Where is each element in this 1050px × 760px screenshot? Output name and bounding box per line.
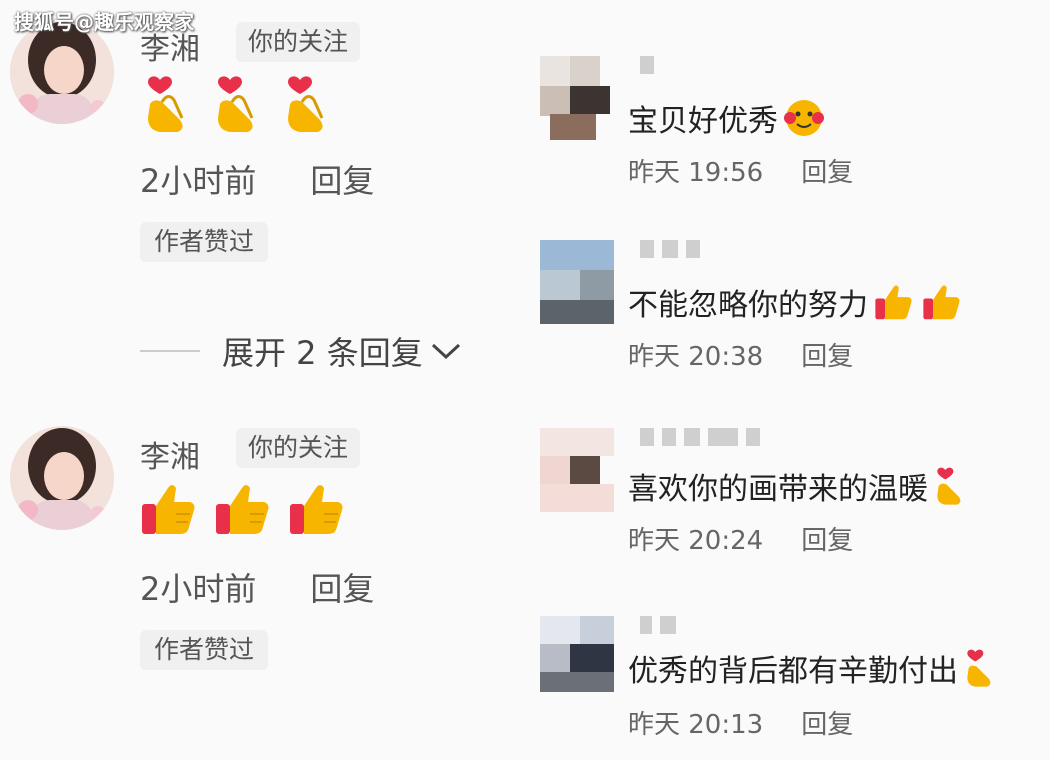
comment-meta: 2小时前 回复 xyxy=(140,564,374,610)
author-liked-tag: 作者赞过 xyxy=(140,630,269,670)
smiling-face-emoji xyxy=(784,100,824,136)
expand-replies-button[interactable]: 展开 2 条回复 xyxy=(140,328,463,374)
following-tag: 你的关注 xyxy=(236,428,361,468)
heart-hands-emoji xyxy=(288,76,324,132)
comment-meta: 2小时前 回复 xyxy=(140,156,374,202)
reply-meta: 昨天 20:24 回复 xyxy=(628,520,853,557)
blurred-username xyxy=(640,56,654,74)
blurred-username xyxy=(640,240,700,258)
reply-button[interactable]: 回复 xyxy=(801,710,853,740)
thumbs-up-emoji xyxy=(216,485,269,534)
heart-hands-emoji xyxy=(967,649,991,687)
avatar[interactable] xyxy=(10,426,114,530)
reply-button[interactable]: 回复 xyxy=(801,526,853,556)
comment-emoji-row xyxy=(140,480,346,538)
reply-meta: 昨天 20:13 回复 xyxy=(628,704,853,741)
reply-text: 不能忽略你的努力 xyxy=(628,280,964,324)
divider xyxy=(140,350,200,352)
blurred-avatar xyxy=(540,240,614,324)
reply-text: 喜欢你的画带来的温暖 xyxy=(628,464,968,508)
thumbs-up-emoji xyxy=(875,285,912,320)
comment-time: 2小时前 xyxy=(140,162,257,200)
blurred-avatar xyxy=(540,56,614,140)
blurred-avatar xyxy=(540,428,614,512)
reply-button[interactable]: 回复 xyxy=(801,342,853,372)
comment-emoji-row xyxy=(140,74,334,134)
thumbs-up-emoji xyxy=(142,485,195,534)
reply-button[interactable]: 回复 xyxy=(310,570,374,608)
thumbs-up-emoji xyxy=(290,485,343,534)
reply-meta: 昨天 19:56 回复 xyxy=(628,152,853,189)
blurred-username xyxy=(640,428,760,446)
heart-hands-emoji xyxy=(148,76,184,132)
reply-time: 昨天 20:13 xyxy=(628,710,764,740)
reply-text: 宝贝好优秀 xyxy=(628,96,826,140)
chevron-down-icon xyxy=(431,343,460,360)
author-liked-tag: 作者赞过 xyxy=(140,222,269,262)
following-tag: 你的关注 xyxy=(236,22,361,62)
comment-time: 2小时前 xyxy=(140,570,257,608)
reply-time: 昨天 20:24 xyxy=(628,526,764,556)
heart-hands-emoji xyxy=(218,76,254,132)
expand-replies-label: 展开 2 条回复 xyxy=(222,334,423,372)
username[interactable]: 李湘 xyxy=(140,432,200,476)
reply-time: 昨天 20:38 xyxy=(628,342,764,372)
heart-hands-emoji xyxy=(937,467,961,505)
reply-text: 优秀的背后都有辛勤付出 xyxy=(628,646,998,690)
blurred-username xyxy=(640,616,676,634)
avatar[interactable] xyxy=(10,20,114,124)
watermark: 搜狐号@趣乐观察家 xyxy=(14,10,194,34)
thumbs-up-emoji xyxy=(923,285,960,320)
reply-button[interactable]: 回复 xyxy=(310,162,374,200)
reply-time: 昨天 19:56 xyxy=(628,158,764,188)
blurred-avatar xyxy=(540,616,614,700)
reply-meta: 昨天 20:38 回复 xyxy=(628,336,853,373)
reply-button[interactable]: 回复 xyxy=(801,158,853,188)
